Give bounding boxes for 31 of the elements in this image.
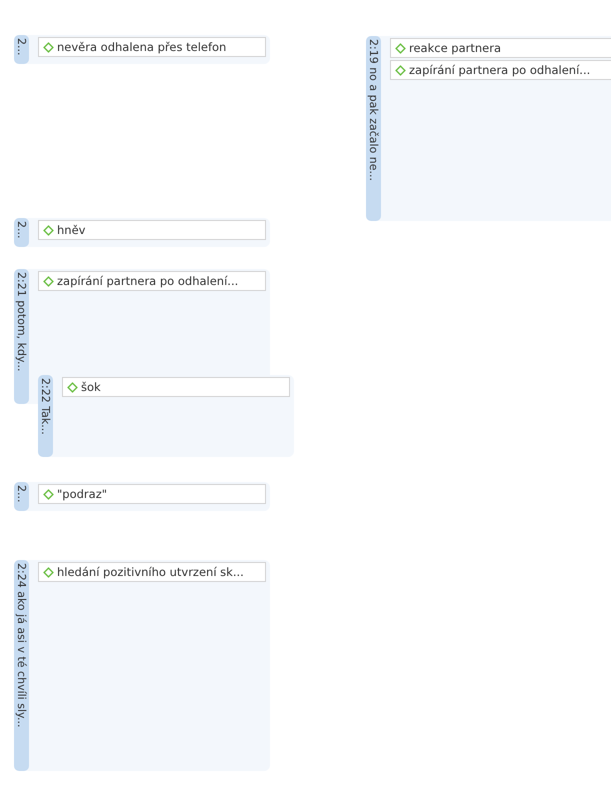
diamond-icon [395,64,406,76]
diamond-icon [43,224,54,236]
quotation-label[interactable]: 2:22 Tak... [38,375,53,457]
code-tag[interactable]: reakce partnera [390,38,611,58]
code-tag[interactable]: zapírání partnera po odhalení... [38,271,266,291]
code-label: reakce partnera [409,41,502,55]
code-tag[interactable]: "podraz" [38,484,266,504]
diamond-icon [43,488,54,500]
code-label: šok [81,380,101,394]
code-tag[interactable]: nevěra odhalena přes telefon [38,37,266,57]
quotation-label[interactable]: 2:21 potom, kdy... [14,269,29,404]
quotation-label[interactable]: 2:24 ako já asi v té chvíli sly... [14,560,29,771]
diamond-icon [67,382,78,392]
code-label: zapírání partnera po odhalení... [409,63,590,77]
diamond-icon [43,276,54,286]
quotation-label[interactable]: 2:19 no a pak začalo ne... [366,36,381,221]
code-tag[interactable]: šok [62,377,290,397]
diamond-icon [43,566,54,578]
diamond-icon [43,42,54,52]
quotation-label[interactable]: 2... [14,218,29,247]
code-tag[interactable]: hněv [38,220,266,240]
code-label: hledání pozitivního utvrzení sk... [57,565,244,579]
code-label: nevěra odhalena přes telefon [57,40,226,54]
diamond-icon [395,42,406,54]
quotation-label[interactable]: 2... [14,35,29,64]
code-label: zapírání partnera po odhalení... [57,274,238,288]
quotation-label[interactable]: 2... [14,482,29,511]
code-tag[interactable]: hledání pozitivního utvrzení sk... [38,562,266,582]
code-label: hněv [57,223,86,237]
code-tag[interactable]: zapírání partnera po odhalení... [390,60,611,80]
code-label: "podraz" [57,487,108,501]
